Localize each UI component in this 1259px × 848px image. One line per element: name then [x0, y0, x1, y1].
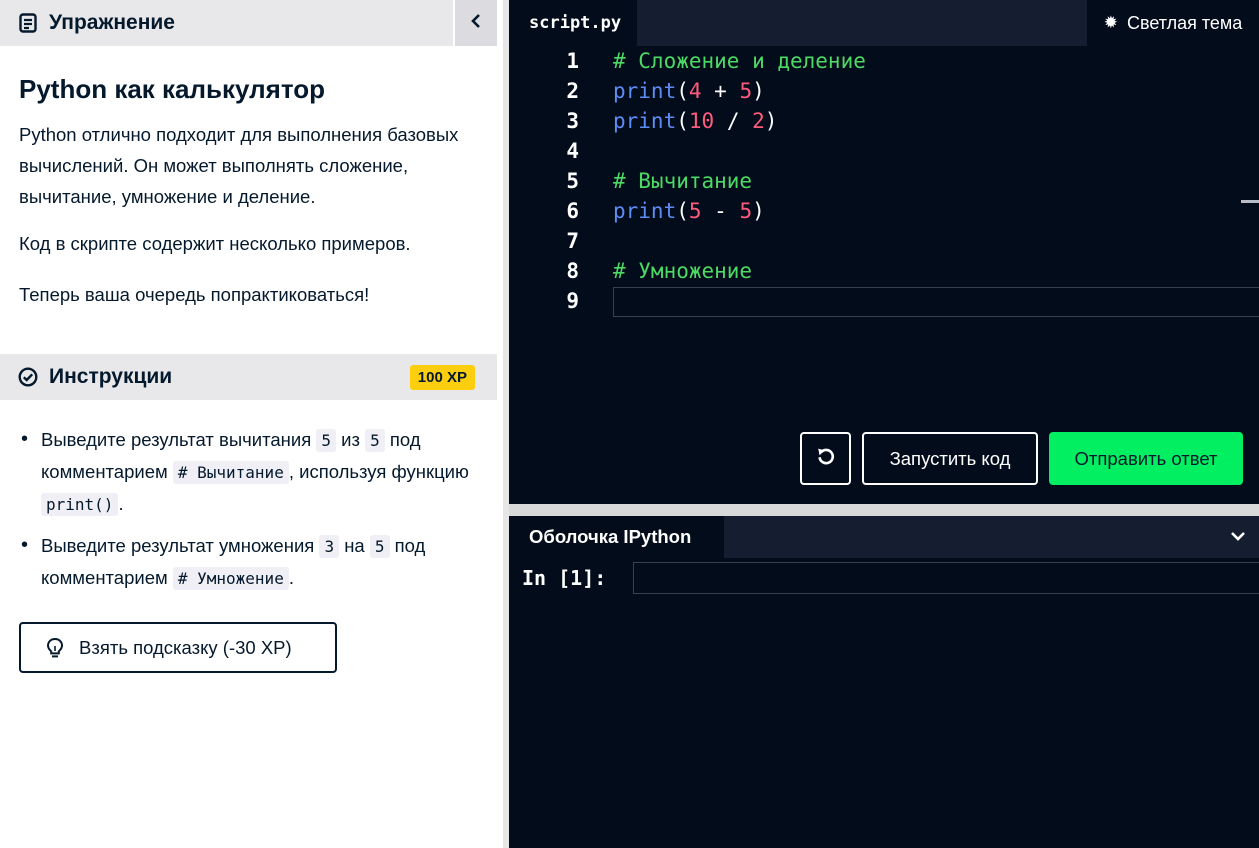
line-number: 9 [566, 289, 579, 313]
shell-prompt: In [1]: [522, 566, 607, 590]
editor-shell-resize-handle[interactable] [509, 504, 1259, 516]
description-paragraph: Код в скрипте содержит несколько примеро… [19, 233, 411, 254]
code-number: 5 [688, 199, 702, 223]
collapse-panel-button[interactable] [453, 0, 497, 46]
inline-code: # Вычитание [172, 461, 289, 484]
tab-ipython-shell[interactable]: Оболочка IPython [509, 516, 724, 558]
lightbulb-icon [44, 636, 66, 660]
code-line: 1 # Сложение и деление [509, 46, 1259, 76]
line-number: 3 [566, 109, 579, 133]
code-line: 6 print(5 - 5) [509, 196, 1259, 226]
exercise-header: Упражнение [0, 0, 497, 46]
instruction-item: Выведите результат вычитания 5 из 5 под … [19, 424, 489, 520]
exercise-header-title: Упражнение [49, 11, 175, 34]
document-icon [17, 12, 39, 34]
sun-icon: ✹ [1103, 13, 1118, 32]
instructions-header-title: Инструкции [49, 365, 173, 388]
code-function: print [613, 109, 677, 133]
instructions-list: Выведите результат вычитания 5 из 5 под … [19, 424, 489, 604]
hint-button-label: Взять подсказку (-30 XP) [79, 636, 292, 658]
tab-script-py[interactable]: script.py [509, 0, 637, 46]
editor-tab-bar: script.py ✹ Светлая тема [509, 0, 1259, 46]
shell-input[interactable] [633, 562, 1259, 594]
reset-button[interactable] [800, 432, 851, 485]
chevron-down-icon [1230, 528, 1246, 546]
shell-toggle-button[interactable] [1217, 516, 1259, 558]
code-line: 3 print(10 / 2) [509, 106, 1259, 136]
shell-tab-bar: Оболочка IPython [509, 516, 1259, 558]
inline-code: # Умножение [172, 567, 289, 590]
line-number: 6 [566, 199, 579, 223]
code-line: 2 print(4 + 5) [509, 76, 1259, 106]
chevron-left-icon [470, 13, 482, 34]
inline-code: 5 [316, 429, 336, 452]
instructions-header: Инструкции 100 XP [0, 354, 497, 400]
light-theme-button[interactable]: ✹ Светлая тема [1087, 0, 1259, 46]
undo-icon [816, 446, 836, 471]
hint-button[interactable]: Взять подсказку (-30 XP) [19, 622, 337, 673]
description-paragraph: Теперь ваша очередь попрактиковаться! [19, 284, 370, 305]
code-line: 7 [509, 226, 1259, 256]
light-theme-label: Светлая тема [1126, 12, 1243, 33]
inline-code: 5 [365, 429, 385, 452]
code-line: 5 # Вычитание [509, 166, 1259, 196]
line-number: 1 [566, 49, 579, 73]
code-number: 4 [688, 79, 702, 103]
run-code-button[interactable]: Запустить код [862, 432, 1038, 485]
ipython-shell: Оболочка IPython In [1]: [509, 516, 1259, 848]
code-number: 10 [688, 109, 715, 133]
code-number: 5 [739, 79, 753, 103]
xp-badge: 100 XP [409, 365, 475, 390]
inline-code: 3 [319, 535, 340, 558]
editor-scrollbar[interactable] [1241, 200, 1259, 203]
exercise-panel: Упражнение Python как калькулятор Python… [0, 0, 503, 848]
code-comment: # Сложение и деление [613, 49, 866, 73]
code-function: print [613, 199, 677, 223]
code-comment: # Умножение [613, 259, 753, 283]
line-number: 4 [566, 139, 579, 163]
code-number: 2 [752, 109, 765, 133]
inline-code: print() [41, 493, 119, 516]
code-editor: script.py ✹ Светлая тема 1 # Сложение и … [509, 0, 1259, 504]
active-line-highlight [613, 287, 1259, 317]
exercise-title: Python как калькулятор [19, 74, 325, 104]
submit-answer-button[interactable]: Отправить ответ [1049, 432, 1243, 485]
line-number: 8 [566, 259, 579, 283]
code-line: 8 # Умножение [509, 256, 1259, 286]
code-function: print [613, 79, 677, 103]
line-number: 2 [566, 79, 579, 103]
line-number: 5 [566, 169, 579, 193]
code-line: 4 [509, 136, 1259, 166]
instruction-item: Выведите результат умножения 3 на 5 под … [19, 530, 489, 594]
check-circle-icon [17, 366, 39, 388]
code-number: 5 [739, 199, 753, 223]
code-comment: # Вычитание [613, 169, 753, 193]
description-paragraph: Python отлично подходит для выполнения б… [19, 124, 459, 207]
inline-code: 5 [369, 535, 390, 558]
line-number: 7 [566, 229, 579, 253]
